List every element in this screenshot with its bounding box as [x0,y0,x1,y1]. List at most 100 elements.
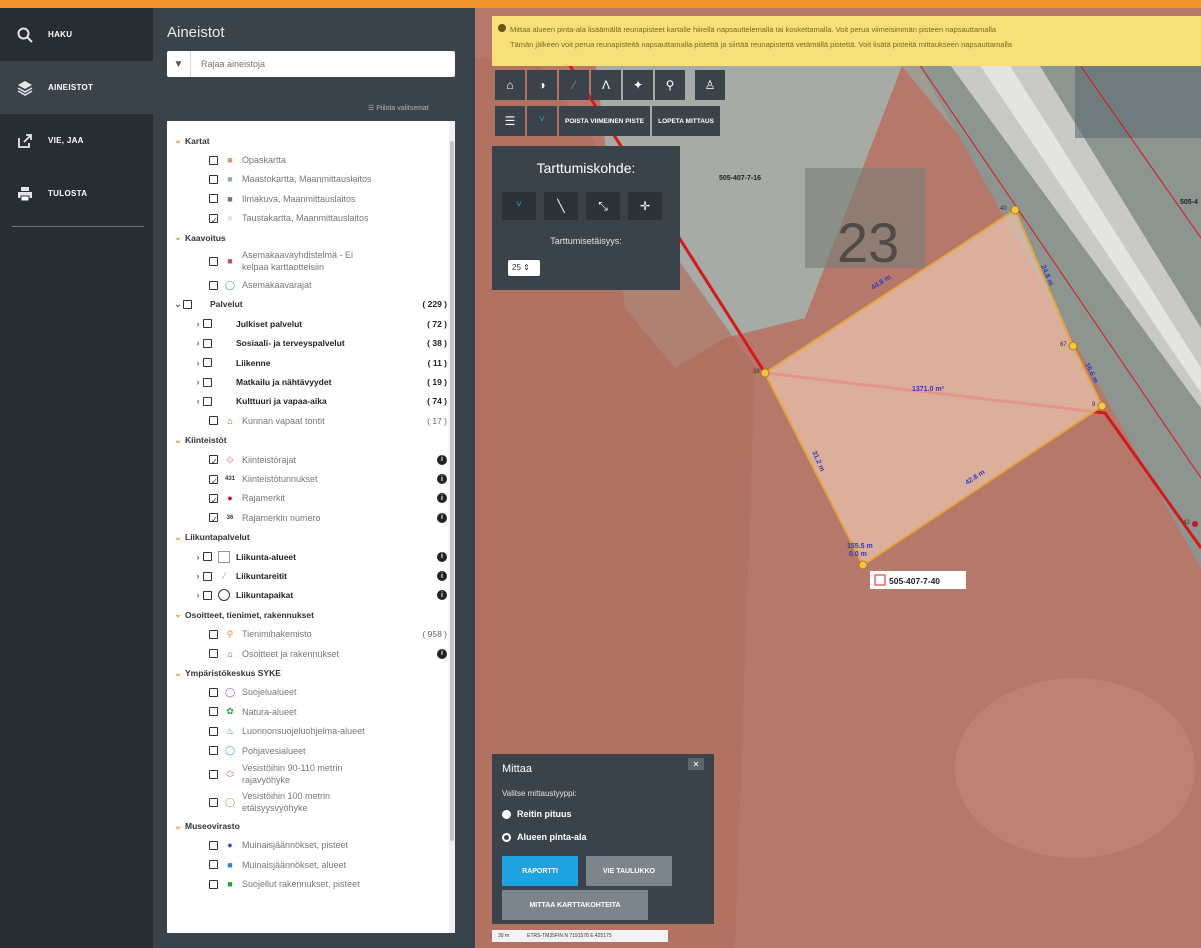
line-icon[interactable]: ╲ [544,192,578,220]
close-icon[interactable]: ✕ [688,758,704,770]
nav-label: VIE, JAA [48,136,84,145]
layer-item[interactable]: ◯ Pohjavesialueet [209,741,447,760]
layer-item[interactable]: 431Kiinteistötunnukseti [209,469,447,488]
layer-subgroup[interactable]: › Liikuntapaikat i [193,586,447,605]
person-icon[interactable]: ♙ [695,70,725,100]
chevron-down-icon: ⌄ [174,135,182,146]
nav-print[interactable]: TULOSTA [0,167,153,220]
layer-item[interactable]: ■ Suojellut rakennukset, pisteet [209,875,447,894]
checkbox [203,319,212,329]
checkbox [209,280,218,290]
report-button[interactable]: RAPORTTI [502,856,578,886]
layer-subgroup[interactable]: › Liikunta-alueet i [193,547,447,566]
chevron-down-icon: ⌄ [174,609,182,620]
layer-subgroup[interactable]: › Julkiset palvelut( 72 ) [193,314,448,333]
layer-item[interactable]: ◯ Vesistöihin 100 metrin etäisyysvyöhyke [209,788,447,816]
checkbox [209,629,218,639]
layer-subgroup[interactable]: › Matkailu ja nähtävyydet( 19 ) [193,372,448,391]
stop-measure-button[interactable]: LOPETA MITTAUS [652,106,720,136]
vertex-icon[interactable]: ⱽ [502,192,536,220]
layer-item[interactable]: ●Rajamerkiti [209,489,447,508]
map-icon: ■ [227,213,233,224]
layer-group[interactable]: ⌄ Ympäristökeskus SYKE [173,663,281,682]
layer-group[interactable]: ⌄ Kiinteistöt [173,431,226,450]
chevron-down-icon: ⌄ [174,531,182,542]
layer-item[interactable]: 36Rajamerkin numeroi [209,508,447,527]
chevron-down-icon: ⌄ [174,667,182,678]
hide-selected-link[interactable]: ☰ Piilota valitsemat [368,104,429,112]
list-icon[interactable]: ☰ [495,106,525,136]
parcel-id-right: 505-4 [1180,199,1198,206]
draw-icon[interactable]: ⁄ [559,70,589,100]
home-icon[interactable]: ⌂ [495,70,525,100]
option-route[interactable]: Reitin pituus [502,809,572,819]
layer-group[interactable]: ⌄ Liikuntapalvelut [173,528,250,547]
layer-item[interactable]: ● Muinaisjäännökset, pisteet [209,836,447,855]
map-view[interactable]: 23 505-407-7-16 505-4 1371.0 m² 44.8 m 2… [475,8,1201,948]
map-toolbar: ⌂ ◑ ⁄ Λ ✦ ⚲ ♙ [495,70,725,100]
layer-subgroup[interactable]: › ⁄ Liikuntareitit i [193,566,447,585]
layer-group[interactable]: ⌄ Osoitteet, tienimet, rakennukset [173,605,314,624]
nav-label: HAKU [48,30,73,39]
move-icon[interactable]: ✦ [623,70,653,100]
tree-scrollbar[interactable] [449,121,455,933]
checkbox [209,416,218,426]
layer-item[interactable]: ◯ Suojelualueet [209,683,447,702]
crosshair-icon[interactable]: ✛ [628,192,662,220]
parcel-id-bottom: 505-407-7-40 [889,576,940,586]
checkbox [209,746,218,756]
layer-item[interactable]: ⬭ Vesistöihin 90-110 metrin rajavyöhyke [209,760,447,788]
panel-title: Aineistot [167,24,225,41]
layer-item[interactable]: ⌂ Kunnan vapaat tontit( 17 ) [209,411,447,430]
location-icon[interactable]: ⚲ [655,70,685,100]
layer-item[interactable]: ⚲ Tienimihakemisto( 958 ) [209,625,447,644]
chevron-down-icon: ⌄ [174,232,182,243]
measure-icon[interactable]: ⱽ [527,106,557,136]
layer-subgroup[interactable]: › Sosiaali- ja terveyspalvelut( 38 ) [193,334,448,353]
contrast-icon[interactable]: ◑ [527,70,557,100]
nav-share[interactable]: VIE, JAA [0,114,153,167]
angle-icon[interactable]: Λ [591,70,621,100]
layer-item[interactable]: ■ Opaskartta [209,150,447,169]
nav-search[interactable]: HAKU [0,8,153,61]
export-table-button[interactable]: VIE TAULUKKO [586,856,672,886]
layer-item[interactable]: ◇Kiinteistörajati [209,450,447,469]
layer-group[interactable]: ⌄ Kaavoitus [173,228,225,247]
layer-group[interactable]: ⌄ Museovirasto [173,816,240,835]
checkbox [209,194,218,204]
tolerance-select[interactable]: 25 ⇕ [508,260,540,276]
layer-item[interactable]: ⌂ Osoitteet ja rakennukset i [209,644,447,663]
circle-icon: ◯ [224,686,236,697]
layer-item[interactable]: ♨ Luonnonsuojeluohjelma-alueet [209,722,447,741]
snap-options: ⱽ ╲ ⤡ ✛ [502,192,680,220]
layer-item[interactable]: ■ Ilmakuva, Maanmittauslaitos [209,189,447,208]
layer-folder[interactable]: ⌄ Palvelut( 229 ) [173,295,447,314]
layer-subgroup[interactable]: › Liikenne( 11 ) [193,353,448,372]
checkbox [209,513,218,523]
layer-item[interactable]: ■ Maastokartta, Maanmittauslaitos [209,170,447,189]
tolerance-label: Tarttumisetäisyys: [550,236,622,246]
layer-group[interactable]: ⌄ Kartat [173,131,209,150]
filter-input[interactable] [201,53,441,75]
chevron-right-icon: › [196,571,200,582]
remove-last-point-button[interactable]: POISTA VIIMEINEN PISTE [559,106,651,136]
measure-features-button[interactable]: MITTAA KARTTAKOHTEITA [502,890,648,920]
segment-icon[interactable]: ⤡ [586,192,620,220]
checkbox [209,687,218,697]
info-icon: i [437,571,447,582]
text-icon: 36 [226,514,234,521]
point-number: 40 [1000,206,1007,212]
layer-item[interactable]: ■ Asemakaavayhdistelmä - Ei kelpaa karttao… [209,247,447,275]
chevron-right-icon: › [196,357,200,368]
checkbox [209,493,218,503]
map-icon: ■ [227,155,233,166]
layer-item[interactable]: ◯ Asemakaavarajat [209,275,447,294]
layer-item[interactable]: ■ Muinaisjäännökset, alueet [209,855,447,874]
layer-subgroup[interactable]: › Kulttuuri ja vapaa-aika( 74 ) [193,392,448,411]
main-nav: HAKU AINEISTOT VIE, JAA TULOSTA [0,8,153,948]
layer-item[interactable]: ■Taustakartta, Maanmittauslaitos [209,209,447,228]
layer-item[interactable]: ✿ Natura-alueet [209,702,447,721]
nav-layers[interactable]: AINEISTOT [0,61,153,114]
measure-panel: Mittaa ✕ Valitse mittaustyyppi: Reitin p… [492,754,714,924]
option-area[interactable]: Alueen pinta-ala [502,832,587,842]
